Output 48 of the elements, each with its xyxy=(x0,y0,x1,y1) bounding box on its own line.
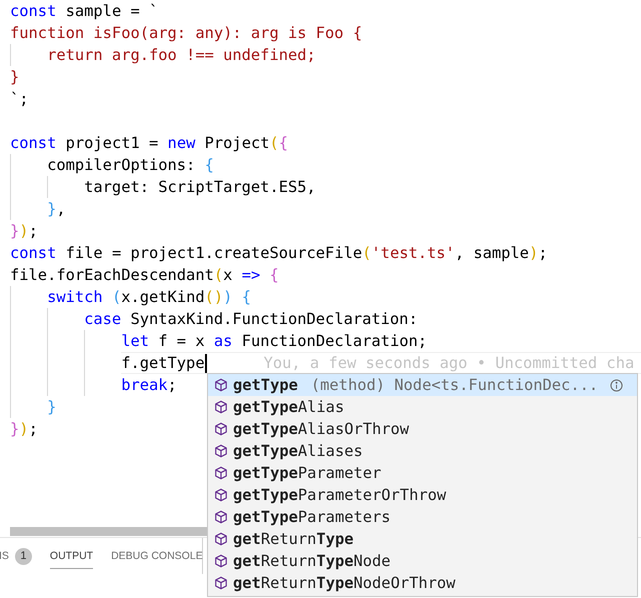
suggestion-item[interactable]: getTypeParameters xyxy=(208,506,637,528)
code-line: `; xyxy=(10,89,29,110)
suggestion-item[interactable]: getType (method) Node<ts.FunctionDec... xyxy=(208,374,637,396)
suggestion-item[interactable]: getTypeAliases xyxy=(208,440,637,462)
info-icon[interactable] xyxy=(610,378,623,392)
code-line: }, xyxy=(47,199,66,220)
cube-icon xyxy=(214,554,228,568)
code-line: function isFoo(arg: any): arg is Foo { xyxy=(10,23,362,44)
panel-tab[interactable]: OUTPUT xyxy=(50,544,94,568)
text-cursor xyxy=(204,354,207,372)
panel-tab[interactable]: DEBUG CONSOLE xyxy=(111,544,203,568)
blame-annotation: You, a few seconds ago • Uncommitted cha xyxy=(264,353,634,374)
suggestion-item[interactable]: getTypeParameterOrThrow xyxy=(208,484,637,506)
suggestion-item[interactable]: getReturnType xyxy=(208,528,637,550)
code-line: } xyxy=(10,67,20,88)
code-line: compilerOptions: { xyxy=(47,155,214,176)
cube-icon xyxy=(214,400,228,414)
suggestion-item[interactable]: getReturnTypeNode xyxy=(208,550,637,572)
cube-icon xyxy=(214,576,228,590)
cube-icon xyxy=(214,378,228,392)
cube-icon xyxy=(214,510,228,524)
code-line: switch (x.getKind()) { xyxy=(47,287,251,308)
code-line: }); xyxy=(10,419,38,440)
count-badge: 1 xyxy=(14,548,32,564)
horizontal-scrollbar[interactable] xyxy=(10,527,207,536)
code-line: const file = project1.createSourceFile('test.ts', sample); xyxy=(10,243,548,264)
code-line: const sample = ` xyxy=(10,1,158,22)
code-line: break; xyxy=(121,375,177,396)
panel-tab[interactable]: IS 1 xyxy=(0,544,32,568)
code-line: } xyxy=(47,397,56,418)
cube-icon xyxy=(214,532,228,546)
suggestion-item[interactable]: getReturnTypeNodeOrThrow xyxy=(208,572,637,594)
suggestion-item[interactable]: getTypeAliasOrThrow xyxy=(208,418,637,440)
suggestion-item[interactable]: getTypeParameter xyxy=(208,462,637,484)
code-line: f.getType xyxy=(121,353,205,374)
cube-icon xyxy=(214,444,228,458)
code-line: const project1 = new Project({ xyxy=(10,133,288,154)
code-line: target: ScriptTarget.ES5, xyxy=(84,177,316,198)
cube-icon xyxy=(214,466,228,480)
code-line: }); xyxy=(10,221,38,242)
suggestion-detail: (method) Node<ts.FunctionDec... xyxy=(310,376,598,394)
code-line: return arg.foo !== undefined; xyxy=(47,45,316,66)
code-line: case SyntaxKind.FunctionDeclaration: xyxy=(84,309,418,330)
code-line: file.forEachDescendant(x => { xyxy=(10,265,279,286)
cube-icon xyxy=(214,422,228,436)
code-line: let f = x as FunctionDeclaration; xyxy=(121,331,428,352)
cube-icon xyxy=(214,488,228,502)
suggestion-item[interactable]: getTypeAlias xyxy=(208,396,637,418)
